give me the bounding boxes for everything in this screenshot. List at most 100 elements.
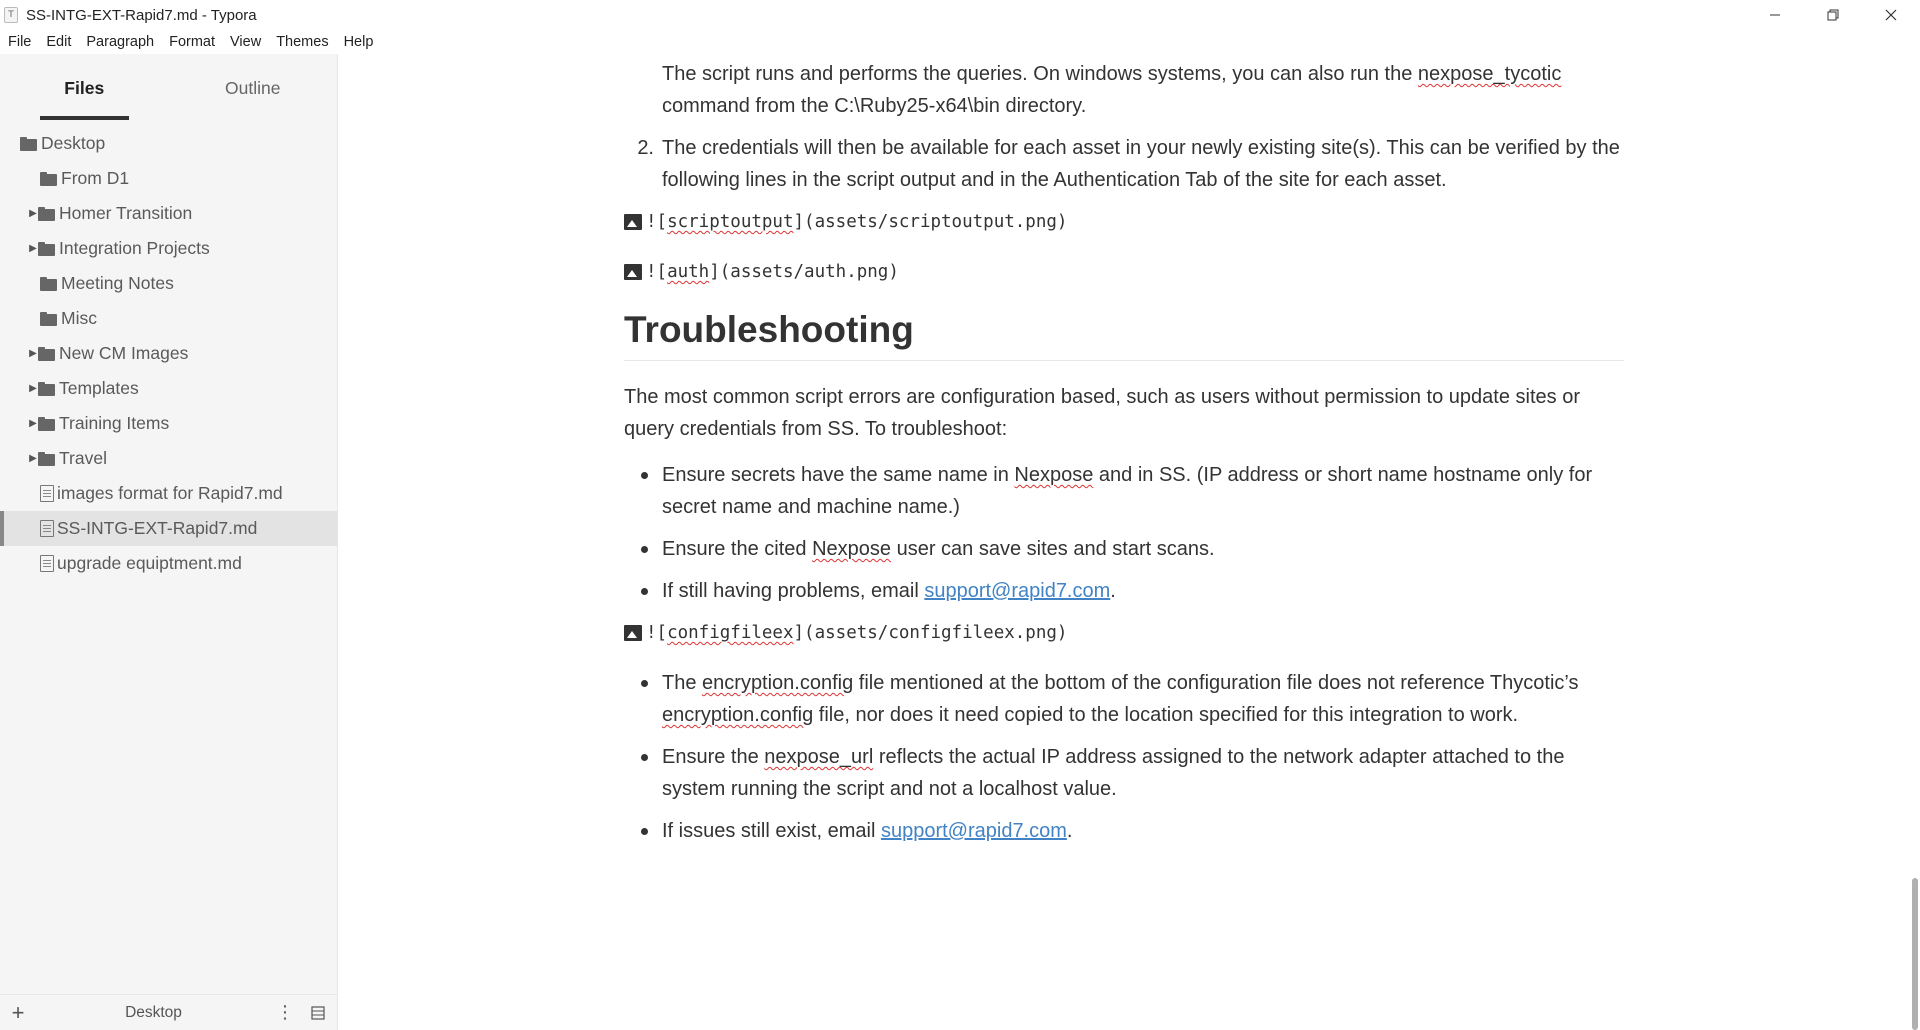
folder-icon	[40, 171, 58, 186]
scrollbar-thumb[interactable]	[1912, 878, 1918, 1030]
menu-view[interactable]: View	[230, 34, 261, 50]
expand-arrow-icon[interactable]: ▶	[28, 418, 38, 429]
expand-arrow-icon[interactable]: ▶	[28, 243, 38, 254]
tree-item-images-format[interactable]: images format for Rapid7.md	[0, 476, 337, 511]
tree-item-label: Training Items	[59, 413, 170, 433]
list-item: Ensure secrets have the same name in Nex…	[624, 459, 1624, 523]
vertical-scrollbar[interactable]	[1908, 54, 1920, 1030]
tree-item-misc[interactable]: Misc	[0, 301, 337, 336]
broken-image-icon	[624, 264, 642, 280]
menu-bar: File Edit Paragraph Format View Themes H…	[0, 30, 1920, 54]
document-icon	[40, 485, 54, 502]
tab-outline[interactable]: Outline	[169, 54, 338, 112]
more-options-icon[interactable]: ⋮	[271, 1002, 299, 1023]
tree-item-label: Meeting Notes	[61, 273, 174, 293]
folder-icon	[38, 451, 56, 466]
tree-item-from-d1[interactable]: From D1	[0, 161, 337, 196]
folder-icon	[38, 346, 56, 361]
spellcheck-word[interactable]: Nexpose	[812, 538, 891, 560]
tree-item-meeting-notes[interactable]: Meeting Notes	[0, 266, 337, 301]
list-item-text: user can save sites and start scans.	[891, 538, 1215, 560]
list-item-text: The credentials will then be available f…	[662, 137, 1620, 191]
menu-help[interactable]: Help	[344, 34, 374, 50]
menu-themes[interactable]: Themes	[276, 34, 328, 50]
tree-item-training-items[interactable]: ▶ Training Items	[0, 406, 337, 441]
image-markdown-line[interactable]: ![configfileex](assets/configfileex.png)	[624, 617, 1624, 649]
tree-item-desktop[interactable]: Desktop	[0, 126, 337, 161]
list-item-text: file, nor does it need copied to the loc…	[813, 704, 1519, 726]
minimize-button[interactable]	[1746, 0, 1804, 30]
tree-item-homer-transition[interactable]: ▶ Homer Transition	[0, 196, 337, 231]
menu-file[interactable]: File	[8, 34, 31, 50]
tree-item-new-cm-images[interactable]: ▶ New CM Images	[0, 336, 337, 371]
spellcheck-word[interactable]: encryption.config	[702, 672, 853, 694]
folder-icon	[38, 416, 56, 431]
spellcheck-word[interactable]: encryption.config	[662, 704, 813, 726]
menu-edit[interactable]: Edit	[46, 34, 71, 50]
tree-item-ss-intg-ext-rapid7[interactable]: SS-INTG-EXT-Rapid7.md	[0, 511, 337, 546]
folder-icon	[38, 381, 56, 396]
tree-item-label: New CM Images	[59, 343, 189, 363]
list-item-text: .	[1110, 580, 1116, 602]
minimize-icon	[1770, 14, 1780, 16]
list-item: Ensure the nexpose_url reflects the actu…	[624, 741, 1624, 805]
window-title: SS-INTG-EXT-Rapid7.md - Typora	[26, 6, 257, 24]
document-icon	[40, 520, 54, 537]
list-item: If issues still exist, email support@rap…	[624, 815, 1624, 847]
document-icon	[40, 555, 54, 572]
title-bar: T SS-INTG-EXT-Rapid7.md - Typora	[0, 0, 1920, 30]
list-item: Ensure the cited Nexpose user can save s…	[624, 533, 1624, 565]
support-email-link[interactable]: support@rapid7.com	[881, 820, 1067, 842]
spellcheck-word[interactable]: auth	[667, 256, 709, 288]
expand-arrow-icon[interactable]: ▶	[28, 453, 38, 464]
restore-button[interactable]	[1804, 0, 1862, 30]
list-item-text: file mentioned at the bottom of the conf…	[853, 672, 1579, 694]
tree-item-integration-projects[interactable]: ▶ Integration Projects	[0, 231, 337, 266]
image-syntax: ](assets/scriptoutput.png)	[793, 212, 1068, 232]
close-button[interactable]	[1862, 0, 1920, 30]
folder-icon	[40, 276, 58, 291]
bullet-list: Ensure secrets have the same name in Nex…	[624, 459, 1624, 607]
list-item-text: Ensure the cited	[662, 538, 813, 560]
editor-area[interactable]: The script runs and performs the queries…	[338, 54, 1920, 1030]
expand-arrow-icon[interactable]: ▶	[28, 383, 38, 394]
tree-item-label: upgrade equiptment.md	[57, 553, 242, 573]
spellcheck-word[interactable]: scriptoutput	[667, 206, 793, 238]
spellcheck-word[interactable]: nexpose_url	[764, 746, 873, 768]
typora-app-icon: T	[4, 7, 18, 23]
spellcheck-word[interactable]: configfileex	[667, 617, 793, 649]
restore-icon	[1827, 9, 1839, 21]
numbered-list-item: 2. The credentials will then be availabl…	[624, 132, 1624, 196]
sidebar: Files Outline Desktop From D1 ▶ Homer Tr…	[0, 54, 338, 1030]
menu-paragraph[interactable]: Paragraph	[86, 34, 154, 50]
image-syntax: ](assets/configfileex.png)	[793, 623, 1068, 643]
tree-item-label: Desktop	[41, 133, 106, 153]
tree-item-templates[interactable]: ▶ Templates	[0, 371, 337, 406]
broken-image-icon	[624, 214, 642, 230]
add-icon[interactable]: +	[0, 1000, 36, 1026]
spellcheck-word[interactable]: Nexpose	[1014, 464, 1093, 486]
image-markdown-line[interactable]: ![auth](assets/auth.png)	[624, 256, 1624, 288]
image-markdown-line[interactable]: ![scriptoutput](assets/scriptoutput.png)	[624, 206, 1624, 238]
paragraph: The most common script errors are config…	[624, 386, 1580, 440]
tree-item-travel[interactable]: ▶ Travel	[0, 441, 337, 476]
menu-format[interactable]: Format	[169, 34, 215, 50]
tree-item-label: From D1	[61, 168, 130, 188]
expand-arrow-icon[interactable]: ▶	[28, 208, 38, 219]
image-syntax: ](assets/auth.png)	[709, 262, 899, 282]
image-syntax: ![	[646, 262, 668, 282]
support-email-link[interactable]: support@rapid7.com	[924, 580, 1110, 602]
broken-image-icon	[624, 625, 642, 641]
expand-arrow-icon[interactable]: ▶	[28, 348, 38, 359]
list-view-icon[interactable]	[299, 1005, 337, 1020]
folder-icon	[40, 311, 58, 326]
tree-item-label: images format for Rapid7.md	[57, 483, 283, 503]
list-item: If still having problems, email support@…	[624, 575, 1624, 607]
image-syntax: ![	[646, 623, 668, 643]
spellcheck-word[interactable]: nexpose_tycotic	[1418, 63, 1561, 85]
current-folder-label[interactable]: Desktop	[36, 1004, 271, 1022]
tree-item-upgrade-equiptment[interactable]: upgrade equiptment.md	[0, 546, 337, 581]
document-content[interactable]: The script runs and performs the queries…	[624, 54, 1624, 857]
tab-files[interactable]: Files	[0, 54, 169, 120]
list-item-text: .	[1066, 820, 1073, 842]
